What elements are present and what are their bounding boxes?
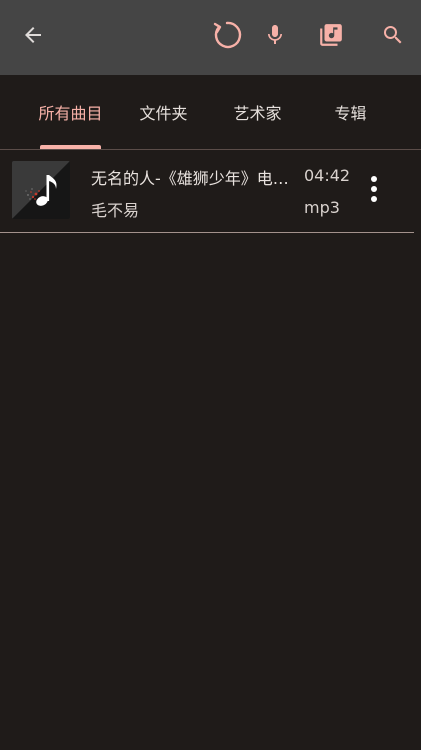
music-library-icon xyxy=(318,22,344,52)
tab-artists[interactable]: 艺术家 xyxy=(211,75,304,149)
search-icon xyxy=(381,23,405,51)
microphone-icon xyxy=(263,23,287,51)
tab-all-tracks[interactable]: 所有曲目 xyxy=(24,75,117,149)
song-title: 无名的人-《雄狮少年》电影主题曲 xyxy=(91,169,291,188)
song-duration: 04:42 xyxy=(304,166,351,185)
song-format: mp3 xyxy=(304,198,340,217)
song-list-item[interactable]: 无名的人-《雄狮少年》电影主题曲 毛不易 04:42 mp3 xyxy=(0,150,414,232)
category-tabs: 所有曲目 文件夹 艺术家 专辑 xyxy=(0,75,421,149)
back-button[interactable] xyxy=(13,17,53,57)
tab-folders[interactable]: 文件夹 xyxy=(117,75,210,149)
music-library-button[interactable] xyxy=(311,17,351,57)
voice-search-button[interactable] xyxy=(255,17,295,57)
song-more-button[interactable] xyxy=(359,175,389,207)
tab-label: 艺术家 xyxy=(233,104,282,123)
tab-albums[interactable]: 专辑 xyxy=(304,75,397,149)
tab-label: 所有曲目 xyxy=(38,104,103,123)
music-player-screen: 所有曲目 文件夹 艺术家 专辑 无名的人-《雄狮少年》电影 毛不易 04:42 … xyxy=(0,0,421,750)
refresh-button[interactable] xyxy=(207,17,247,57)
tab-label: 文件夹 xyxy=(139,104,188,123)
top-toolbar xyxy=(0,0,421,75)
list-divider xyxy=(0,232,414,233)
more-vert-icon xyxy=(369,175,379,207)
refresh-icon xyxy=(210,18,244,56)
tab-label: 专辑 xyxy=(334,104,367,123)
song-artist: 毛不易 xyxy=(91,201,140,220)
search-button[interactable] xyxy=(373,17,413,57)
album-cover xyxy=(12,161,70,219)
back-arrow-icon xyxy=(21,23,45,51)
